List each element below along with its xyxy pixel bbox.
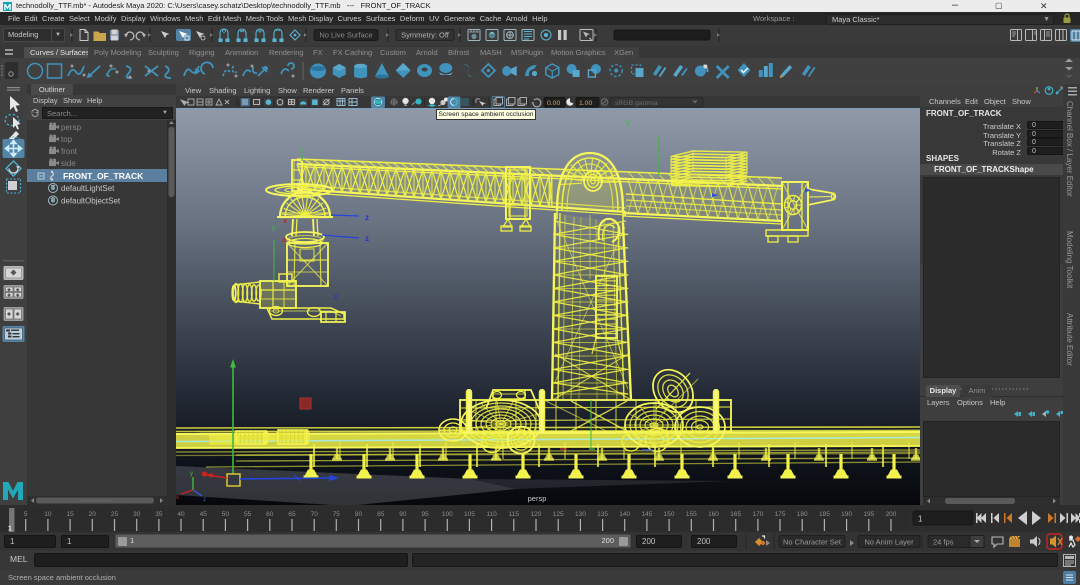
svg-text:80: 80 bbox=[355, 511, 363, 518]
svg-text:130: 130 bbox=[575, 511, 586, 518]
svg-text:180: 180 bbox=[797, 511, 808, 518]
svg-text:110: 110 bbox=[486, 511, 497, 518]
svg-text:40: 40 bbox=[177, 511, 185, 518]
svg-text:170: 170 bbox=[752, 511, 763, 518]
svg-text:x: x bbox=[282, 237, 286, 244]
svg-text:y: y bbox=[190, 471, 193, 477]
svg-text:195: 195 bbox=[863, 511, 874, 518]
svg-text:115: 115 bbox=[509, 511, 520, 518]
svg-text:75: 75 bbox=[333, 511, 341, 518]
svg-text:160: 160 bbox=[708, 511, 719, 518]
svg-text:side: side bbox=[61, 159, 76, 168]
svg-text:defaultObjectSet: defaultObjectSet bbox=[61, 197, 121, 206]
svg-text:No Anim Layer: No Anim Layer bbox=[864, 538, 914, 547]
svg-text:95: 95 bbox=[421, 511, 429, 518]
svg-text:z: z bbox=[365, 213, 369, 222]
svg-text:z: z bbox=[334, 294, 338, 301]
svg-text:25: 25 bbox=[111, 511, 119, 518]
svg-text:135: 135 bbox=[597, 511, 608, 518]
svg-text:15: 15 bbox=[66, 511, 74, 518]
svg-text:85: 85 bbox=[377, 511, 385, 518]
svg-text:24 fps: 24 fps bbox=[933, 538, 954, 547]
svg-text:Symmetry: Off: Symmetry: Off bbox=[401, 31, 450, 40]
svg-text:65: 65 bbox=[288, 511, 296, 518]
svg-text:140: 140 bbox=[619, 511, 630, 518]
svg-text:10: 10 bbox=[44, 511, 52, 518]
svg-text:105: 105 bbox=[464, 511, 475, 518]
svg-text:60: 60 bbox=[266, 511, 274, 518]
svg-text:1: 1 bbox=[918, 515, 923, 524]
svg-text:x: x bbox=[176, 495, 179, 501]
svg-text:0.00: 0.00 bbox=[547, 100, 560, 107]
svg-text:y: y bbox=[300, 145, 304, 154]
svg-text:35: 35 bbox=[155, 511, 163, 518]
svg-text:No Live Surface: No Live Surface bbox=[319, 31, 372, 40]
svg-text:45: 45 bbox=[200, 511, 208, 518]
svg-text:200: 200 bbox=[886, 511, 897, 518]
svg-text:defaultLightSet: defaultLightSet bbox=[61, 184, 115, 193]
svg-text:20: 20 bbox=[89, 511, 97, 518]
svg-text:120: 120 bbox=[531, 511, 542, 518]
svg-text:185: 185 bbox=[819, 511, 830, 518]
svg-text:5: 5 bbox=[24, 511, 28, 518]
svg-text:55: 55 bbox=[244, 511, 252, 518]
svg-text:sRGB gamma: sRGB gamma bbox=[615, 100, 658, 107]
svg-text:persp: persp bbox=[61, 123, 82, 132]
svg-text:FRONT_OF_TRACK: FRONT_OF_TRACK bbox=[63, 171, 144, 181]
svg-text:x: x bbox=[283, 218, 287, 225]
svg-text:1.00: 1.00 bbox=[579, 100, 592, 107]
svg-text:top: top bbox=[61, 135, 73, 144]
svg-text:165: 165 bbox=[730, 511, 741, 518]
svg-text:50: 50 bbox=[222, 511, 230, 518]
svg-text:y: y bbox=[272, 225, 276, 232]
svg-text:175: 175 bbox=[775, 511, 786, 518]
svg-text:y: y bbox=[626, 118, 630, 127]
svg-text:z: z bbox=[365, 234, 369, 243]
svg-text:155: 155 bbox=[686, 511, 697, 518]
svg-text:90: 90 bbox=[399, 511, 407, 518]
svg-text:125: 125 bbox=[553, 511, 564, 518]
svg-text:persp: persp bbox=[528, 494, 547, 503]
svg-text:70: 70 bbox=[311, 511, 319, 518]
svg-text:145: 145 bbox=[641, 511, 652, 518]
svg-text:front: front bbox=[61, 147, 78, 156]
svg-text:190: 190 bbox=[841, 511, 852, 518]
svg-text:150: 150 bbox=[664, 511, 675, 518]
svg-text:No Character Set: No Character Set bbox=[783, 538, 842, 547]
svg-text:100: 100 bbox=[442, 511, 453, 518]
svg-text:z: z bbox=[203, 497, 206, 503]
svg-text:30: 30 bbox=[133, 511, 141, 518]
